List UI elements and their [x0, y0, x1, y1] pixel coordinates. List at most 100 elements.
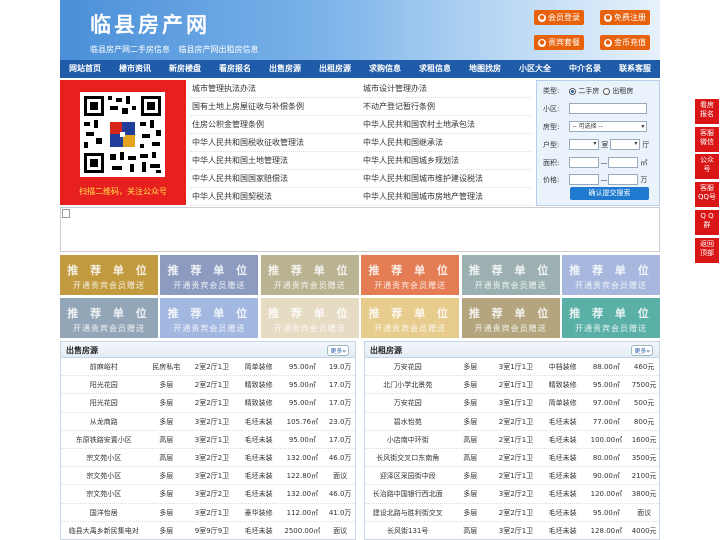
sale-more-button[interactable]: 更多» — [327, 345, 349, 356]
recommended-tile[interactable]: 推 荐 单 位开通贵宾会员赠送 — [562, 255, 660, 295]
policy-link[interactable]: 中华人民共和国农村土地承包法 — [361, 116, 532, 133]
side-qq-service[interactable]: 客服 QQ号 — [695, 182, 719, 207]
listing-community[interactable]: 阳光花园 — [61, 394, 146, 411]
policy-link[interactable]: 中华人民共和国土地管理法 — [190, 152, 361, 169]
listing-row[interactable]: 迎泽区采园街中段 多层 2室1厅1卫 毛坯未装 90.00㎡ 2100元 — [365, 467, 659, 486]
listing-community[interactable]: 迎泽区采园街中段 — [365, 467, 450, 484]
listing-community[interactable]: 前麻峪村 — [61, 358, 146, 375]
listing-row[interactable]: 长治路中国银行西北面 多层 3室2厅2卫 毛坯未装 120.00㎡ 3800元 — [365, 485, 659, 504]
listing-row[interactable]: 长风街131号 高层 3室2厅1卫 毛坯未装 128.00㎡ 4000元 — [365, 522, 659, 540]
radio-secondhand[interactable] — [569, 87, 577, 95]
listing-community[interactable]: 长风街131号 — [365, 522, 450, 539]
side-qq-group[interactable]: Q Q群 — [695, 210, 719, 235]
listing-community[interactable]: 长治路中国银行西北面 — [365, 485, 450, 502]
housetype-select[interactable]: -- 可选择 -- ▾ — [569, 121, 648, 132]
listing-row[interactable]: 阳光花园 多层 2室2厅1卫 精致装修 95.00㎡ 17.0万 — [61, 376, 355, 395]
recommended-tile[interactable]: 推 荐 单 位开通贵宾会员赠送 — [160, 255, 259, 295]
listing-row[interactable]: 宗文苑小区 多层 3室2厅1卫 毛坯未装 122.80㎡ 面议 — [61, 467, 355, 486]
recommended-tile[interactable]: 推 荐 单 位开通贵宾会员赠送 — [60, 298, 158, 338]
area-max-input[interactable] — [608, 157, 639, 168]
listing-row[interactable]: 从龙商路 多层 3室2厅1卫 毛坯未装 105.76㎡ 23.0万 — [61, 413, 355, 431]
radio-rental[interactable] — [603, 87, 611, 95]
policy-link[interactable]: 住房公积金管理条例 — [190, 116, 361, 133]
rent-more-button[interactable]: 更多» — [631, 345, 653, 356]
recommended-tile[interactable]: 推 荐 单 位开通贵宾会员赠送 — [160, 298, 259, 338]
nav-agents[interactable]: 中介名录 — [560, 60, 610, 78]
recommended-tile[interactable]: 推 荐 单 位开通贵宾会员赠送 — [60, 255, 158, 295]
listing-row[interactable]: 临县大禹乡新民集电对 多层 9室9厅9卫 毛坯未装 2500.00㎡ 面议 — [61, 522, 355, 540]
policy-link[interactable]: 城市设计管理办法 — [361, 80, 532, 97]
listing-community[interactable]: 小店南中环街 — [365, 431, 450, 448]
coin-recharge-button[interactable]: ● 金币充值 — [600, 35, 650, 50]
nav-viewing-signup[interactable]: 看房报名 — [210, 60, 260, 78]
recommended-tile[interactable]: 推 荐 单 位开通贵宾会员赠送 — [562, 298, 660, 338]
listing-community[interactable]: 万安花园 — [365, 358, 450, 375]
listing-row[interactable]: 宗文苑小区 多层 3室2厅2卫 毛坯未装 132.00㎡ 46.0万 — [61, 485, 355, 504]
nav-for-sale[interactable]: 出售房源 — [260, 60, 310, 78]
policy-link[interactable]: 不动产登记暂行条例 — [361, 98, 532, 115]
policy-link[interactable]: 中华人民共和国税收征收管理法 — [190, 134, 361, 151]
nav-home[interactable]: 网站首页 — [60, 60, 110, 78]
policy-link[interactable]: 中华人民共和国国家赔偿法 — [190, 170, 361, 187]
listing-community[interactable]: 碧水怡苑 — [365, 413, 450, 430]
listing-row[interactable]: 碧水怡苑 多层 2室2厅1卫 毛坯未装 77.00㎡ 800元 — [365, 413, 659, 431]
recommended-tile[interactable]: 推 荐 单 位开通贵宾会员赠送 — [461, 255, 560, 295]
register-button[interactable]: ● 免费注册 — [600, 10, 650, 25]
nav-new-homes[interactable]: 新房楼盘 — [160, 60, 210, 78]
nav-for-rent[interactable]: 出租房源 — [310, 60, 360, 78]
listing-row[interactable]: 小店南中环街 高层 2室1厅1卫 毛坯未装 100.00㎡ 1600元 — [365, 431, 659, 449]
recommended-tile[interactable]: 推 荐 单 位开通贵宾会员赠送 — [361, 298, 460, 338]
listing-row[interactable]: 建设北路与胜利街交叉 多层 2室2厅1卫 毛坯未装 95.00㎡ 面议 — [365, 504, 659, 522]
side-viewing-signup[interactable]: 看房 报名 — [695, 99, 719, 124]
nav-communities[interactable]: 小区大全 — [510, 60, 560, 78]
listing-community[interactable]: 阳光花园 — [61, 376, 146, 393]
nav-wanted-buy[interactable]: 求购信息 — [360, 60, 410, 78]
listing-community[interactable]: 国洋怡居 — [61, 504, 146, 521]
side-back-to-top[interactable]: 返回 顶部 — [695, 238, 719, 263]
listing-row[interactable]: 宗文苑小区 高层 3室2厅2卫 毛坯未装 132.00㎡ 46.0万 — [61, 449, 355, 468]
ad-banner[interactable] — [60, 207, 660, 252]
listing-row[interactable]: 长风街交叉口东南角 高层 2室2厅1卫 毛坯未装 80.00㎡ 3500元 — [365, 449, 659, 468]
login-button[interactable]: ● 会员登录 — [534, 10, 584, 25]
listing-row[interactable]: 万安花园 多层 3室1厅1卫 中档装修 88.00㎡ 460元 — [365, 358, 659, 377]
listing-row[interactable]: 万安花园 多层 3室1厅1卫 简单装修 97.00㎡ 500元 — [365, 394, 659, 413]
nav-wanted-rent[interactable]: 求租信息 — [410, 60, 460, 78]
price-min-input[interactable] — [569, 174, 600, 185]
site-title[interactable]: 临县房产网 — [90, 9, 210, 39]
listing-community[interactable]: 建设北路与胜利街交叉 — [365, 504, 450, 521]
listing-community[interactable]: 北门小学北景苑 — [365, 376, 450, 393]
policy-link[interactable]: 国有土地上房屋征收与补偿条例 — [190, 98, 361, 115]
vip-package-button[interactable]: ● 贵宾套餐 — [534, 35, 584, 50]
listing-community[interactable]: 万安花园 — [365, 394, 450, 411]
search-submit-button[interactable]: 确认提交搜索 — [570, 187, 649, 200]
policy-link[interactable]: 中华人民共和国城市维护建设税法 — [361, 170, 532, 187]
community-input[interactable] — [569, 103, 648, 114]
listing-community[interactable]: 长风街交叉口东南角 — [365, 449, 450, 466]
listing-community[interactable]: 东原铁路安置小区 — [61, 431, 146, 448]
side-official-account[interactable]: 公众号 — [695, 154, 719, 179]
recommended-tile[interactable]: 推 荐 单 位开通贵宾会员赠送 — [260, 298, 359, 338]
nav-contact[interactable]: 联系客服 — [610, 60, 660, 78]
policy-link[interactable]: 中华人民共和国城市房地产管理法 — [361, 188, 532, 205]
recommended-tile[interactable]: 推 荐 单 位开通贵宾会员赠送 — [461, 298, 560, 338]
listing-row[interactable]: 阳光花园 多层 2室2厅1卫 精致装修 95.00㎡ 17.0万 — [61, 394, 355, 413]
recommended-tile[interactable]: 推 荐 单 位开通贵宾会员赠送 — [361, 255, 460, 295]
policy-link[interactable]: 中华人民共和国继承法 — [361, 134, 532, 151]
side-wechat-service[interactable]: 客服 微信 — [695, 127, 719, 152]
listing-row[interactable]: 国洋怡居 多层 3室2厅1卫 豪华装修 112.00㎡ 41.0万 — [61, 504, 355, 522]
policy-link[interactable]: 中华人民共和国城乡规划法 — [361, 152, 532, 169]
hall-select[interactable]: ▾ — [610, 139, 641, 150]
room-select[interactable]: ▾ — [569, 139, 600, 150]
listing-community[interactable]: 临县大禹乡新民集电对 — [61, 522, 146, 539]
nav-map-search[interactable]: 地图找房 — [460, 60, 510, 78]
listing-row[interactable]: 东原铁路安置小区 高层 3室2厅1卫 毛坯未装 95.00㎡ 17.0万 — [61, 431, 355, 449]
listing-row[interactable]: 北门小学北景苑 多层 2室1厅1卫 精致装修 95.00㎡ 7500元 — [365, 376, 659, 395]
policy-link[interactable]: 城市管理执法办法 — [190, 80, 361, 97]
price-max-input[interactable] — [608, 174, 639, 185]
policy-link[interactable]: 中华人民共和国契税法 — [190, 188, 361, 205]
listing-community[interactable]: 从龙商路 — [61, 413, 146, 430]
listing-row[interactable]: 前麻峪村 民房私宅 2室2厅1卫 简单装修 95.00㎡ 19.0万 — [61, 358, 355, 377]
listing-community[interactable]: 宗文苑小区 — [61, 467, 146, 484]
nav-news[interactable]: 楼市资讯 — [110, 60, 160, 78]
recommended-tile[interactable]: 推 荐 单 位开通贵宾会员赠送 — [260, 255, 359, 295]
